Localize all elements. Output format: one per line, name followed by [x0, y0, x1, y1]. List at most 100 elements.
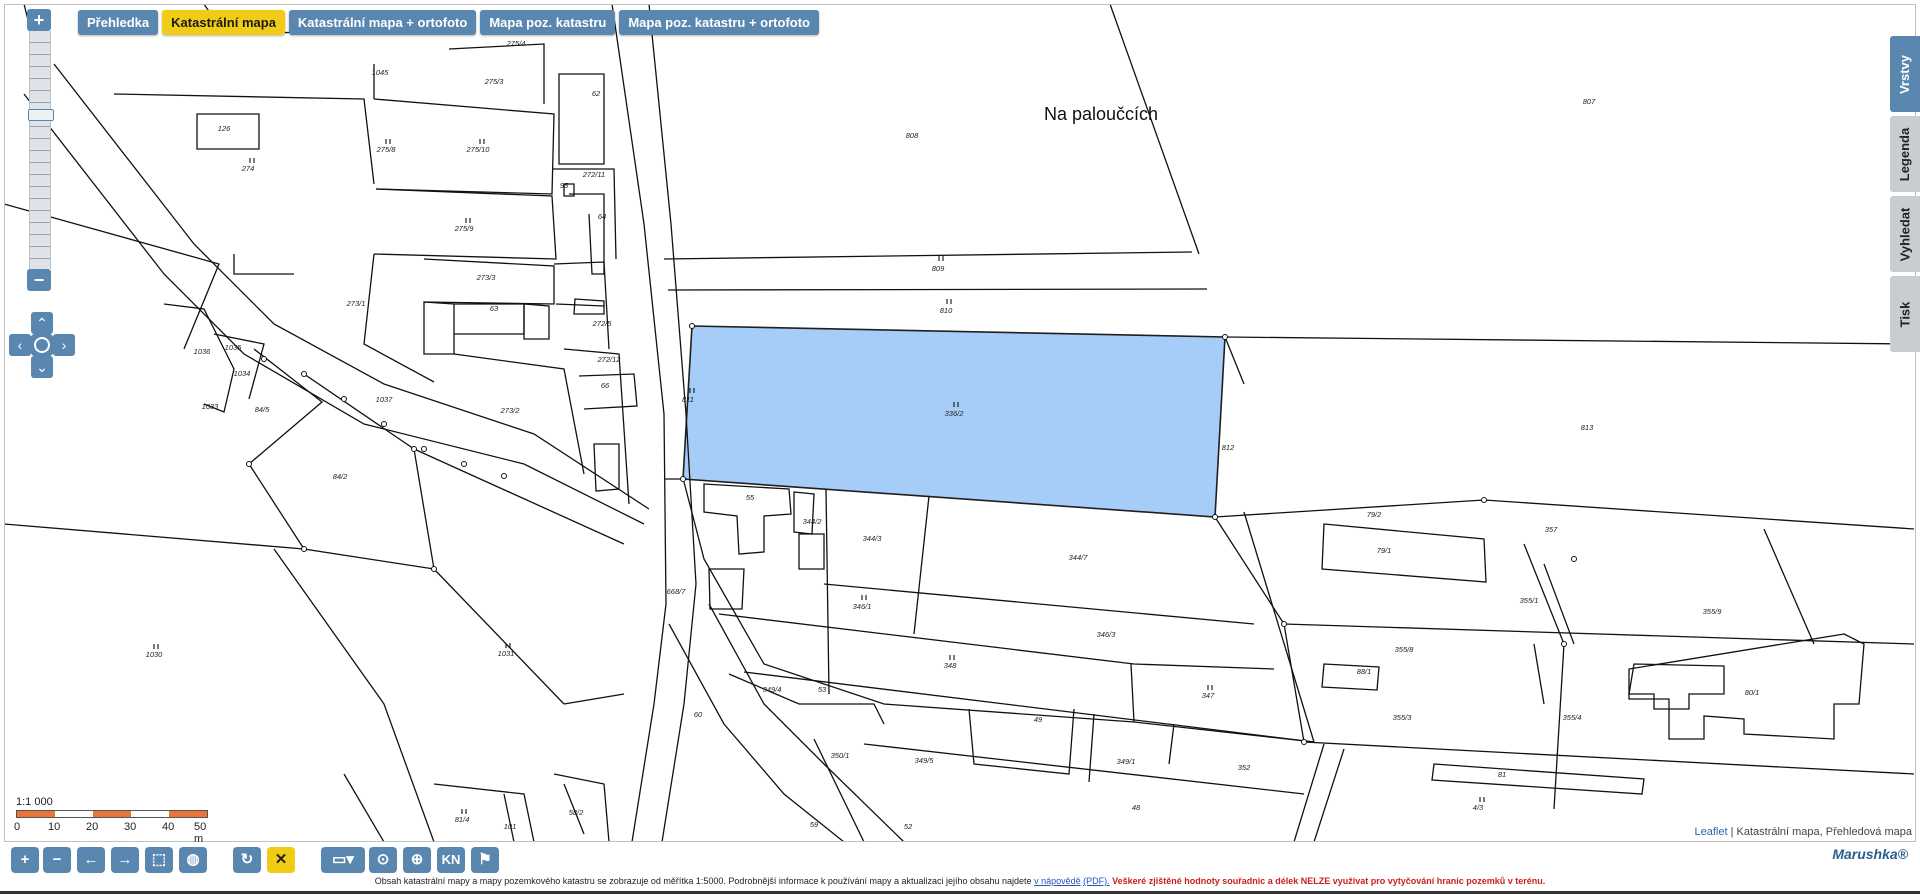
parcel-label: 274 [241, 164, 255, 173]
scale-graphic [16, 810, 208, 818]
toolbar-zoom-in-button[interactable]: + [11, 847, 39, 873]
parcel-label: 4/3 [1473, 803, 1484, 812]
globe-icon[interactable]: ◍ [179, 847, 207, 873]
parcel-label: 811 [682, 395, 694, 404]
scale-tick: 10 [48, 821, 61, 833]
leaflet-link[interactable]: Leaflet [1695, 826, 1728, 838]
pan-control: ⌃ ⌄ ‹ › [9, 312, 75, 378]
parcel-label: 1030 [146, 650, 164, 659]
side-tab-tisk[interactable]: Tisk [1890, 276, 1920, 352]
help-pdf-link[interactable]: (PDF). [1083, 876, 1110, 886]
scale-tick: 40 [162, 821, 175, 833]
parcel-label: 1031 [498, 649, 515, 658]
footnote: Obsah katastrální mapy a mapy pozemkovéh… [0, 876, 1920, 886]
side-tab-legenda[interactable]: Legenda [1890, 116, 1920, 192]
scale-tick: 0 [14, 821, 21, 833]
parcel-label: 60 [694, 710, 703, 719]
back-arrow-icon[interactable]: ← [77, 847, 105, 873]
parcel-label: 101 [504, 822, 517, 831]
zoom-in-button[interactable]: + [27, 9, 51, 31]
attribution-text: | Katastrální mapa, Přehledová mapa [1730, 826, 1912, 838]
parcel-label: 349/5 [915, 756, 935, 765]
parcel-label: 809 [932, 264, 945, 273]
tab-prehledka[interactable]: Přehledka [78, 10, 159, 35]
parcel-label: 55 [746, 493, 755, 502]
map-canvas[interactable]: 807 808 809 810 336/2 811 812 813 357 79… [4, 4, 1916, 842]
parcel-label: 49 [1034, 715, 1043, 724]
parcel-label: 126 [218, 124, 231, 133]
flag-icon[interactable]: ⚑ [471, 847, 499, 873]
parcel-label: 275/4 [506, 39, 526, 48]
pan-up-icon[interactable]: ⌃ [31, 312, 53, 334]
parcel-label: 272/12 [597, 355, 622, 364]
parcel-label: 355/1 [1520, 596, 1539, 605]
marushka-logo: Marushka® [1832, 846, 1908, 862]
parcel-label: 95 [560, 181, 569, 190]
parcel-label: 336/2 [945, 409, 965, 418]
forward-arrow-icon[interactable]: → [111, 847, 139, 873]
map-tabs: Přehledka Katastrální mapa Katastrální m… [78, 10, 819, 35]
scale-tick: 30 [124, 821, 137, 833]
toolbar-zoom-out-button[interactable]: − [43, 847, 71, 873]
parcel-label: 1034 [234, 369, 251, 378]
parcel-label: 355/9 [1703, 607, 1723, 616]
parcel-label: 272/11 [582, 170, 605, 179]
parcel-label: 273/3 [476, 273, 497, 282]
parcel-label: 344/2 [803, 517, 823, 526]
pan-left-icon[interactable]: ‹ [9, 334, 31, 356]
parcel-label: 1037 [376, 395, 394, 404]
footnote-text: Obsah katastrální mapy a mapy pozemkovéh… [374, 876, 1032, 886]
parcel-label: 275/8 [376, 145, 397, 154]
parcel-label: 668/7 [667, 587, 687, 596]
parcel-label: 346/1 [853, 602, 872, 611]
cadastral-map[interactable]: 807 808 809 810 336/2 811 812 813 357 79… [4, 4, 1916, 842]
help-link[interactable]: v nápovědě [1034, 876, 1081, 886]
kn-button[interactable]: KN [437, 847, 465, 873]
parcel-label: 62 [592, 89, 601, 98]
parcel-label: 357 [1545, 525, 1558, 534]
parcel-label: 52 [904, 822, 913, 831]
measure-icon[interactable]: ▭▾ [321, 847, 365, 873]
parcel-label: 808 [906, 131, 919, 140]
parcel-label: 1033 [202, 402, 220, 411]
tab-katastralni-mapa-ortofoto[interactable]: Katastrální mapa + ortofoto [288, 10, 477, 35]
parcel-label: 349/4 [763, 685, 782, 694]
parcel-label: 63 [490, 304, 499, 313]
parcel-label: 355/8 [1395, 645, 1415, 654]
parcel-label: 275/10 [466, 145, 491, 154]
zoom-slider-handle[interactable] [28, 109, 54, 121]
refresh-icon[interactable]: ↻ [233, 847, 261, 873]
side-tab-vrstvy[interactable]: Vrstvy [1890, 36, 1920, 112]
gps-target-icon[interactable]: ⊕ [403, 847, 431, 873]
tab-mapa-poz-katastru[interactable]: Mapa poz. katastru [480, 10, 616, 35]
place-name: Na paloučcích [1044, 104, 1159, 124]
zoom-control: + − [27, 9, 54, 291]
parcel-label: 813 [1581, 423, 1594, 432]
parcel-label: 344/3 [863, 534, 883, 543]
clear-selection-icon[interactable]: ✕ [267, 847, 295, 873]
parcel-label: 807 [1583, 97, 1596, 106]
parcel-label: 58/2 [569, 808, 584, 817]
scale-tick: 50 m [194, 821, 207, 845]
scale-tick: 20 [86, 821, 99, 833]
side-tab-vyhledat[interactable]: Vyhledat [1890, 196, 1920, 272]
footnote-warning: Veškeré zjištěné hodnoty souřadnic a dél… [1112, 876, 1546, 886]
zoom-out-button[interactable]: − [27, 269, 51, 291]
parcel-label: 272/5 [592, 319, 613, 328]
scale-bar: 1:1 000 0 10 20 30 40 50 m [14, 796, 216, 845]
pan-right-icon[interactable]: › [53, 334, 75, 356]
parcel-label: 348 [944, 661, 957, 670]
parcel-label: 79/1 [1377, 546, 1392, 555]
tab-katastralni-mapa[interactable]: Katastrální mapa [162, 10, 285, 35]
parcel-label: 352 [1238, 763, 1251, 772]
parcel-label: 812 [1222, 443, 1235, 452]
parcel-label: 84/2 [333, 472, 348, 481]
parcel-label: 79/2 [1367, 510, 1382, 519]
pan-down-icon[interactable]: ⌄ [31, 356, 53, 378]
location-pin-icon[interactable]: ⊙ [369, 847, 397, 873]
full-extent-icon[interactable]: ⬚ [145, 847, 173, 873]
parcel-label: 273/1 [346, 299, 366, 308]
tab-mapa-poz-katastru-ortofoto[interactable]: Mapa poz. katastru + ortofoto [619, 10, 819, 35]
scale-ratio: 1:1 000 [16, 796, 53, 808]
zoom-slider[interactable] [28, 31, 54, 269]
